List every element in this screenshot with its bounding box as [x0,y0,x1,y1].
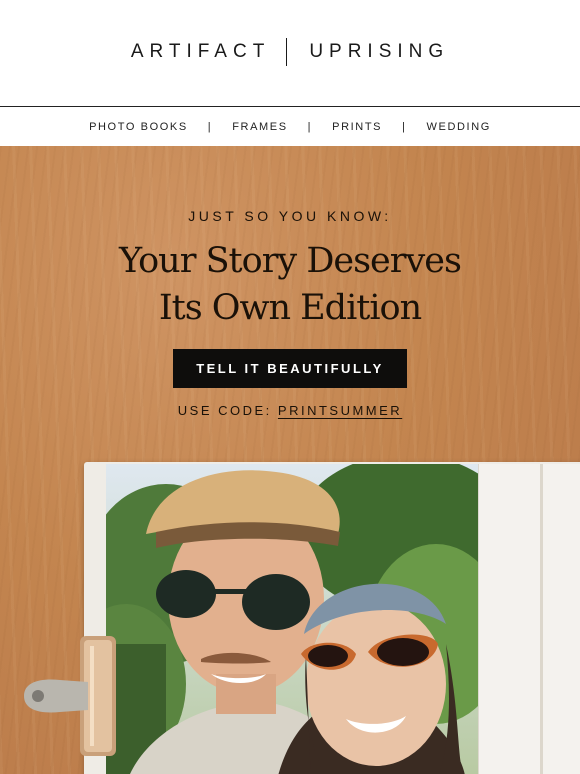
hero-eyebrow: JUST SO YOU KNOW: [188,208,392,224]
brand-logo[interactable]: ARTIFACT UPRISING [131,38,449,66]
nav-item-frames[interactable]: FRAMES [232,121,287,133]
nav-separator: | [307,121,313,133]
hero-banner[interactable]: JUST SO YOU KNOW: Your Story Deserves It… [0,146,580,774]
nav-separator: | [207,121,213,133]
headline-line-1: Your Story Deserves [119,241,462,281]
tell-it-beautifully-button[interactable]: TELL IT BEAUTIFULLY [173,349,407,388]
brand-name-right: UPRISING [309,41,450,62]
promo-code-value[interactable]: PRINTSUMMER [278,403,402,418]
nav-item-photo-books[interactable]: PHOTO BOOKS [89,121,188,133]
nav-item-wedding[interactable]: WEDDING [427,121,491,133]
email-header: ARTIFACT UPRISING [0,0,580,107]
brand-name-left: ARTIFACT [130,41,271,62]
couple-photo-illustration [106,464,478,774]
hero-headline: Your Story Deserves Its Own Edition [0,238,580,332]
album-right-page [478,464,580,774]
logo-divider [286,38,288,66]
headline-line-2: Its Own Edition [158,288,422,328]
promo-code-prefix: USE CODE: [177,403,272,418]
binder-clip-icon [24,636,116,756]
nav-separator: | [402,121,407,133]
category-nav: PHOTO BOOKS | FRAMES | PRINTS | WEDDING [0,108,580,146]
couple-photo [106,464,478,774]
album-page-edge [540,464,543,774]
nav-item-prints[interactable]: PRINTS [332,121,382,133]
promo-code-line: USE CODE: PRINTSUMMER [0,403,580,418]
